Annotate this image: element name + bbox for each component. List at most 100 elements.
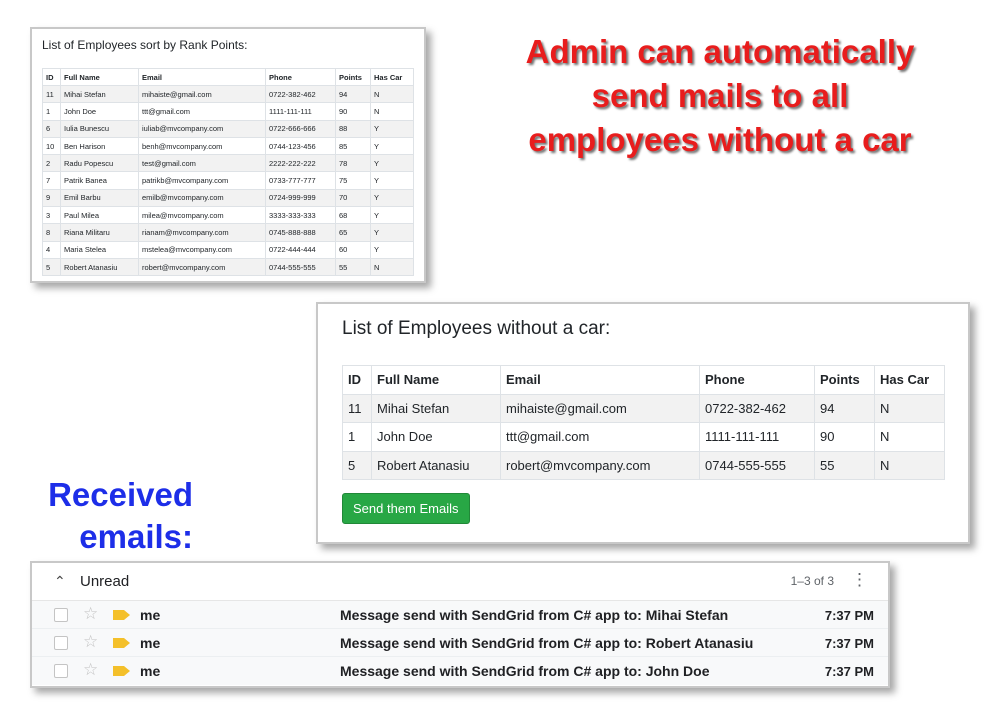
email-row[interactable]: ☆ me Message send with SendGrid from C# ap… — [32, 629, 888, 657]
cell-email: mstelea@mvcompany.com — [138, 240, 266, 259]
col-points: Points — [335, 68, 371, 86]
table-row: 11 Mihai Stefan mihaiste@gmail.com 0722-382… — [342, 393, 945, 423]
headline-line-2: send mails to all — [591, 77, 849, 114]
cell-points: 90 — [814, 422, 875, 452]
cell-email: mihaiste@gmail.com — [500, 393, 700, 423]
col-full-name: Full Name — [60, 68, 139, 86]
table-row: 4 Maria Stelea mstelea@mvcompany.com 0722-4… — [42, 240, 414, 259]
cell-id: 8 — [42, 223, 61, 242]
cell-email: patrikb@mvcompany.com — [138, 171, 266, 190]
cell-email: robert@mvcompany.com — [138, 257, 266, 277]
unread-section-header[interactable]: ⌃ Unread 1–3 of 3 ⋮ — [32, 563, 888, 601]
cell-points: 78 — [335, 154, 371, 173]
cell-full-name: Patrik Banea — [60, 171, 139, 190]
cell-email: rianam@mvcompany.com — [138, 223, 266, 242]
col-has-car: Has Car — [874, 365, 945, 395]
email-row[interactable]: ☆ me Message send with SendGrid from C# ap… — [32, 657, 888, 685]
cell-full-name: Emil Barbu — [60, 188, 139, 208]
cell-email: milea@mvcompany.com — [138, 206, 266, 225]
cell-email: robert@mvcompany.com — [500, 450, 700, 480]
table-row: 11 Mihai Stefan mihaiste@gmail.com 0722-382… — [42, 84, 414, 104]
headline-annotation: Admin can automatically send mails to al… — [490, 30, 950, 162]
cell-full-name: Paul Milea — [60, 206, 139, 225]
cell-has-car: Y — [370, 223, 414, 242]
cell-has-car: N — [874, 450, 945, 480]
rank-list-panel: List of Employees sort by Rank Points: I… — [30, 27, 426, 283]
cell-phone: 0722-382-462 — [699, 393, 815, 423]
cell-has-car: Y — [370, 206, 414, 225]
email-subject: Message send with SendGrid from C# app t… — [340, 635, 754, 651]
rank-table: ID Full Name Email Phone Points Has Car … — [42, 68, 414, 277]
select-checkbox[interactable] — [54, 608, 68, 622]
table-row: 5 Robert Atanasiu robert@mvcompany.com 0744… — [342, 450, 945, 480]
cell-id: 5 — [42, 257, 61, 277]
cell-points: 65 — [335, 223, 371, 242]
star-icon[interactable]: ☆ — [83, 660, 98, 680]
cell-full-name: John Doe — [371, 422, 501, 452]
cell-points: 70 — [335, 188, 371, 208]
cell-full-name: Iulia Bunescu — [60, 119, 139, 138]
cell-id: 6 — [42, 119, 61, 138]
table-row: 1 John Doe ttt@gmail.com 1111-111-111 90 N — [342, 422, 945, 452]
star-icon[interactable]: ☆ — [83, 632, 98, 652]
received-emails-label: Received emails: — [25, 474, 193, 558]
chevron-up-icon[interactable]: ⌃ — [54, 573, 66, 590]
cell-has-car: N — [370, 102, 414, 121]
cell-phone: 3333-333-333 — [265, 206, 336, 225]
send-emails-button[interactable]: Send them Emails — [342, 493, 470, 524]
email-sender: me — [140, 663, 161, 679]
cell-full-name: Robert Atanasiu — [60, 257, 139, 277]
cell-phone: 0745-888-888 — [265, 223, 336, 242]
cell-has-car: Y — [370, 136, 414, 156]
cell-full-name: Mihai Stefan — [371, 393, 501, 423]
cell-phone: 0733-777-777 — [265, 171, 336, 190]
cell-phone: 0744-555-555 — [265, 257, 336, 277]
cell-id: 2 — [42, 154, 61, 173]
cell-has-car: Y — [370, 188, 414, 208]
table-row: 5 Robert Atanasiu robert@mvcompany.com 0744… — [42, 257, 414, 277]
headline-line-3: employees without a car — [528, 121, 912, 158]
cell-points: 94 — [814, 393, 875, 423]
inbox-panel: ⌃ Unread 1–3 of 3 ⋮ ☆ me Message send with… — [30, 561, 890, 688]
cell-has-car: Y — [370, 171, 414, 190]
cell-points: 85 — [335, 136, 371, 156]
cell-email: mihaiste@gmail.com — [138, 84, 266, 104]
cell-has-car: N — [874, 393, 945, 423]
table-row: 10 Ben Harison benh@mvcompany.com 0744-123-… — [42, 136, 414, 156]
col-phone: Phone — [699, 365, 815, 395]
cell-full-name: Maria Stelea — [60, 240, 139, 259]
cell-phone: 0744-555-555 — [699, 450, 815, 480]
table-row: 1 John Doe ttt@gmail.com 1111-111-111 90 N — [42, 102, 414, 121]
cell-has-car: Y — [370, 154, 414, 173]
email-row[interactable]: ☆ me Message send with SendGrid from C# ap… — [32, 601, 888, 629]
cell-phone: 0724-999-999 — [265, 188, 336, 208]
cell-has-car: N — [370, 257, 414, 277]
cell-id: 10 — [42, 136, 61, 156]
no-car-panel: List of Employees without a car: ID Full… — [316, 302, 970, 544]
table-row: 6 Iulia Bunescu iuliab@mvcompany.com 0722-6… — [42, 119, 414, 138]
star-icon[interactable]: ☆ — [83, 604, 98, 624]
no-car-table: ID Full Name Email Phone Points Has Car … — [342, 365, 945, 480]
col-has-car: Has Car — [370, 68, 414, 86]
cell-id: 1 — [42, 102, 61, 121]
cell-email: emilb@mvcompany.com — [138, 188, 266, 208]
cell-has-car: Y — [370, 240, 414, 259]
cell-points: 75 — [335, 171, 371, 190]
table-row: 8 Riana Militaru rianam@mvcompany.com 0745-… — [42, 223, 414, 242]
more-vert-icon[interactable]: ⋮ — [851, 570, 868, 590]
cell-id: 11 — [42, 84, 61, 104]
cell-points: 55 — [814, 450, 875, 480]
cell-phone: 1111-111-111 — [699, 422, 815, 452]
cell-id: 3 — [42, 206, 61, 225]
cell-id: 11 — [342, 393, 372, 423]
received-line-1: Received — [48, 476, 193, 513]
cell-phone: 1111-111-111 — [265, 102, 336, 121]
table-row: 7 Patrik Banea patrikb@mvcompany.com 0733-7… — [42, 171, 414, 190]
cell-email: iuliab@mvcompany.com — [138, 119, 266, 138]
received-line-2: emails: — [79, 518, 193, 555]
col-id: ID — [42, 68, 61, 86]
col-full-name: Full Name — [371, 365, 501, 395]
select-checkbox[interactable] — [54, 664, 68, 678]
select-checkbox[interactable] — [54, 636, 68, 650]
email-subject: Message send with SendGrid from C# app t… — [340, 607, 729, 623]
